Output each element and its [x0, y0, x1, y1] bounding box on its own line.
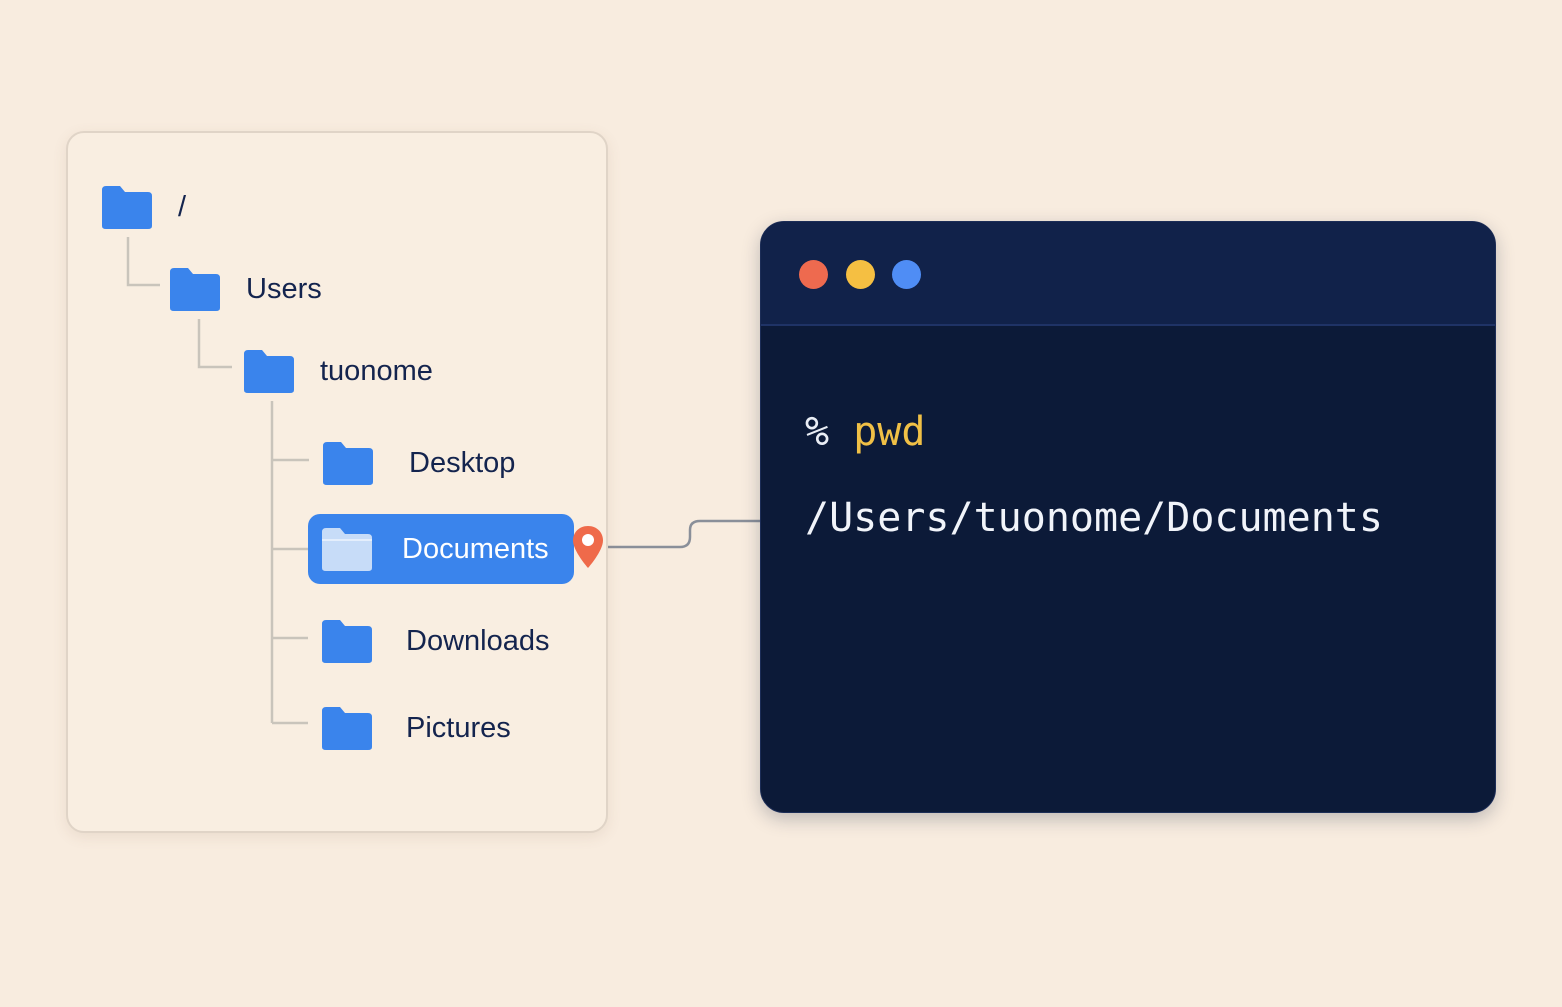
command-text: pwd	[853, 409, 926, 455]
terminal-body[interactable]: % pwd /Users/tuonome/Documents	[805, 408, 1383, 542]
file-tree-panel: / Users tuonome Desktop Documents Downlo…	[66, 131, 608, 833]
command-line: % pwd	[805, 408, 1383, 456]
folder-open-icon	[322, 528, 372, 571]
folder-icon	[170, 268, 220, 311]
command-output: /Users/tuonome/Documents	[805, 495, 1383, 541]
tree-item-desktop[interactable]: Desktop	[321, 435, 515, 491]
tree-item-label: Documents	[402, 532, 549, 565]
minimize-button[interactable]	[846, 260, 875, 289]
terminal-titlebar	[761, 222, 1495, 326]
folder-icon	[322, 620, 372, 663]
terminal-window: % pwd /Users/tuonome/Documents	[760, 221, 1496, 813]
location-pin-icon	[573, 526, 603, 568]
folder-icon	[323, 442, 373, 485]
tree-item-downloads[interactable]: Downloads	[320, 613, 549, 669]
prompt-symbol: %	[805, 409, 830, 455]
tree-item-label: Pictures	[406, 711, 511, 744]
folder-icon	[244, 350, 294, 393]
tree-item-pictures[interactable]: Pictures	[320, 700, 511, 756]
tree-item-label: Downloads	[406, 624, 550, 657]
tree-item-label: Users	[246, 272, 322, 305]
zoom-button[interactable]	[892, 260, 921, 289]
tree-item-tuonome[interactable]: tuonome	[242, 343, 433, 399]
tree-item-users[interactable]: Users	[168, 261, 322, 317]
tree-item-label: Desktop	[409, 446, 516, 479]
tree-item-documents[interactable]: Documents	[308, 514, 574, 584]
diagram-canvas: / Users tuonome Desktop Documents Downlo…	[0, 0, 1562, 1007]
folder-icon	[102, 186, 152, 229]
folder-icon	[322, 707, 372, 750]
tree-item-label: /	[178, 190, 187, 223]
close-button[interactable]	[799, 260, 828, 289]
tree-item-root[interactable]: /	[100, 179, 186, 235]
tree-item-label: tuonome	[320, 354, 433, 387]
